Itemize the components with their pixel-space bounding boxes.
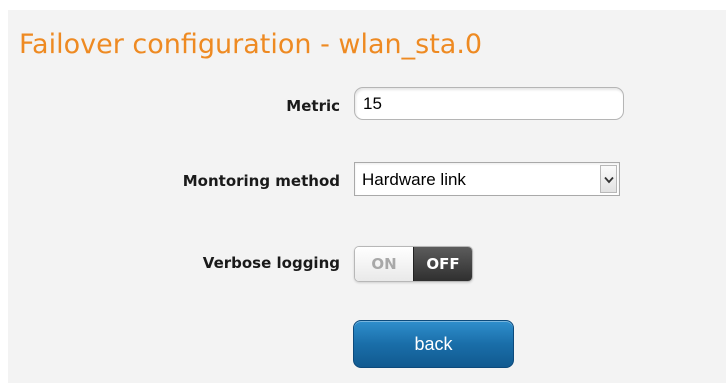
back-button[interactable]: back bbox=[353, 320, 514, 368]
monitoring-method-value: Hardware link bbox=[362, 170, 466, 189]
monitoring-method-select[interactable]: Hardware link bbox=[354, 162, 620, 196]
verbose-logging-toggle[interactable]: ON OFF bbox=[354, 246, 473, 282]
chevron-down-icon bbox=[604, 176, 614, 184]
toggle-on-option[interactable]: ON bbox=[355, 247, 413, 281]
verbose-logging-label: Verbose logging bbox=[202, 254, 340, 272]
dropdown-arrow-button[interactable] bbox=[600, 165, 617, 193]
metric-label: Metric bbox=[286, 97, 340, 115]
monitoring-method-label: Montoring method bbox=[182, 172, 340, 190]
toggle-off-option[interactable]: OFF bbox=[413, 247, 472, 281]
metric-input[interactable] bbox=[354, 87, 624, 120]
page-title: Failover configuration - wlan_sta.0 bbox=[19, 29, 483, 60]
